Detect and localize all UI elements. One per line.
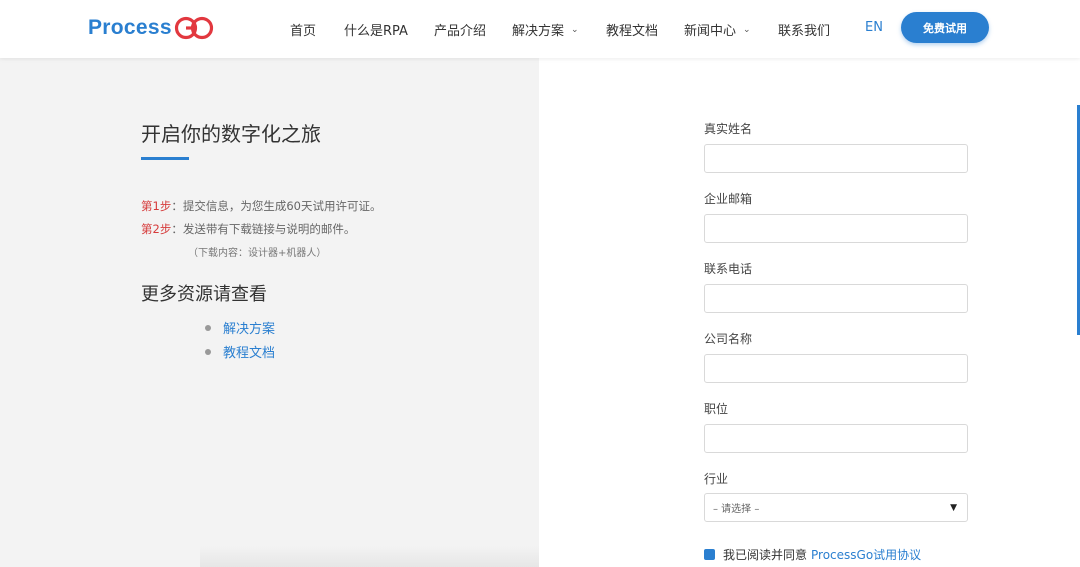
agreement-row: 我已阅读并同意 ProcessGo试用协议 <box>704 546 921 563</box>
processgo-logo[interactable]: Process <box>88 14 214 42</box>
step-2: 第2步：发送带有下载链接与说明的邮件。 <box>141 221 355 237</box>
chevron-down-icon: ⌄ <box>571 24 579 35</box>
real-name-label: 真实姓名 <box>704 122 753 136</box>
language-label: EN <box>865 20 883 35</box>
resource-link-label: 教程文档 <box>223 346 276 361</box>
nav-contact[interactable]: 联系我们 <box>778 20 830 39</box>
nav-solutions-label: 解决方案 <box>512 24 565 39</box>
free-trial-button[interactable]: 免费试用 <box>901 12 989 43</box>
industry-selected-value: – 请选择 – <box>713 504 760 515</box>
company-name-label: 公司名称 <box>704 332 753 346</box>
agreement-checkbox[interactable] <box>704 549 715 560</box>
resource-link-solutions[interactable]: 解决方案 <box>205 318 275 337</box>
resource-link-tutorials[interactable]: 教程文档 <box>205 342 275 361</box>
logo-go-mark-icon <box>174 16 213 40</box>
nav-what-is-rpa[interactable]: 什么是RPA <box>344 20 408 39</box>
agreement-link[interactable]: ProcessGo试用协议 <box>811 546 921 563</box>
nav-tutorials[interactable]: 教程文档 <box>606 20 658 39</box>
nav-products-label: 产品介绍 <box>434 24 487 39</box>
bullet-icon <box>205 324 211 331</box>
nav-tutorials-label: 教程文档 <box>606 24 659 39</box>
nav-news-label: 新闻中心 <box>684 24 737 39</box>
phone-label: 联系电话 <box>704 262 753 276</box>
intro-panel: 开启你的数字化之旅 第1步：提交信息，为您生成60天试用许可证。 第2步：发送带… <box>0 58 540 567</box>
download-note: （下载内容：设计器+机器人） <box>188 248 327 259</box>
industry-label: 行业 <box>704 472 729 486</box>
page-title: 开启你的数字化之旅 <box>141 122 321 146</box>
step-2-label: 第2步 <box>141 222 172 236</box>
logo-text: Process <box>88 16 172 39</box>
caret-down-icon: ▼ <box>950 502 957 513</box>
nav-news[interactable]: 新闻中心 ⌄ <box>684 20 751 39</box>
real-name-input[interactable] <box>704 144 968 173</box>
free-trial-button-label: 免费试用 <box>923 21 967 35</box>
job-title-input[interactable] <box>704 424 968 453</box>
company-name-input[interactable] <box>704 354 968 383</box>
step-1: 第1步：提交信息，为您生成60天试用许可证。 <box>141 198 381 214</box>
nav-products[interactable]: 产品介绍 <box>434 20 486 39</box>
step-1-label: 第1步 <box>141 199 172 213</box>
bullet-icon <box>205 348 211 355</box>
chevron-down-icon: ⌄ <box>743 24 751 35</box>
nav-contact-label: 联系我们 <box>778 24 831 39</box>
nav-solutions[interactable]: 解决方案 ⌄ <box>512 20 579 39</box>
language-switch-en[interactable]: EN <box>865 20 883 35</box>
nav-home-label: 首页 <box>290 24 317 39</box>
title-underline <box>141 157 189 160</box>
company-email-input[interactable] <box>704 214 968 243</box>
agreement-text: 我已阅读并同意 <box>723 548 808 562</box>
company-email-label: 企业邮箱 <box>704 192 753 206</box>
job-title-label: 职位 <box>704 402 729 416</box>
decorative-shadow <box>200 546 540 567</box>
phone-input[interactable] <box>704 284 968 313</box>
resource-link-label: 解决方案 <box>223 322 276 337</box>
resources-heading: 更多资源请查看 <box>141 284 267 305</box>
step-2-text: ：发送带有下载链接与说明的邮件。 <box>171 222 356 236</box>
industry-select[interactable]: – 请选择 – ▼ <box>704 493 968 522</box>
nav-home[interactable]: 首页 <box>290 20 316 39</box>
step-1-text: ：提交信息，为您生成60天试用许可证。 <box>171 199 382 213</box>
top-navigation-bar: Process 首页 什么是RPA 产品介绍 解决方案 ⌄ 教程文档 新闻中心 … <box>0 0 1080 58</box>
nav-what-is-rpa-label: 什么是RPA <box>344 24 408 39</box>
